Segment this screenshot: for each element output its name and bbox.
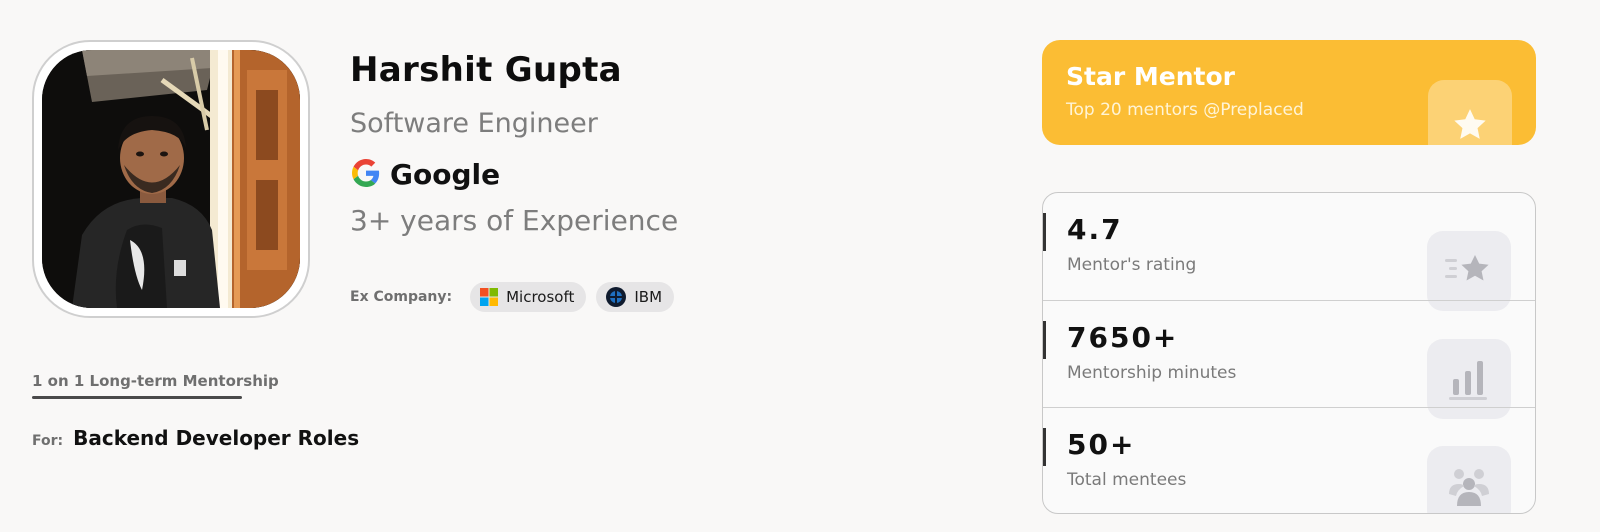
stat-minutes: 7650+ Mentorship minutes xyxy=(1043,300,1535,419)
mentor-role: Software Engineer xyxy=(350,108,598,139)
stat-rating: 4.7 Mentor's rating xyxy=(1043,193,1535,311)
company-name: Google xyxy=(390,158,501,191)
mentorship-type-tab[interactable]: 1 on 1 Long-term Mentorship xyxy=(32,372,279,390)
mentor-name: Harshit Gupta xyxy=(350,50,622,90)
ibm-logo-icon xyxy=(606,287,627,307)
ex-company-name: Microsoft xyxy=(506,288,575,306)
avatar-frame xyxy=(32,40,310,318)
current-company: Google xyxy=(352,158,500,191)
stat-label: Total mentees xyxy=(1067,470,1187,490)
stat-accent xyxy=(1043,428,1046,466)
stat-icon-box xyxy=(1427,231,1511,311)
target-role-label: For: xyxy=(32,433,64,449)
stat-value: 4.7 xyxy=(1067,213,1123,246)
mentorship-tab-underline xyxy=(32,396,242,399)
stat-icon-box xyxy=(1427,446,1511,513)
ex-company-name: IBM xyxy=(634,288,663,306)
badge-subtitle: Top 20 mentors @Preplaced xyxy=(1066,100,1304,120)
ex-company-chip-microsoft[interactable]: Microsoft xyxy=(470,282,587,312)
experience-text: 3+ years of Experience xyxy=(350,204,679,237)
star-badge xyxy=(1428,80,1512,145)
stat-accent xyxy=(1043,321,1046,359)
stat-value: 50+ xyxy=(1067,428,1136,461)
star-mentor-card: Star Mentor Top 20 mentors @Preplaced xyxy=(1042,40,1536,145)
target-role-row: For: Backend Developer Roles xyxy=(32,426,359,450)
stats-card: 4.7 Mentor's rating 7650+ Mentorship min… xyxy=(1042,192,1536,514)
stat-mentees: 50+ Total mentees xyxy=(1043,407,1535,513)
avatar xyxy=(42,50,300,308)
stat-label: Mentorship minutes xyxy=(1067,363,1237,383)
google-logo-icon xyxy=(352,158,380,191)
stat-accent xyxy=(1043,213,1046,251)
ex-company-label: Ex Company: xyxy=(350,289,453,305)
stat-label: Mentor's rating xyxy=(1067,255,1197,275)
ex-company-chip-ibm[interactable]: IBM xyxy=(596,282,675,312)
microsoft-logo-icon xyxy=(480,288,499,306)
target-role-value: Backend Developer Roles xyxy=(73,426,360,450)
stat-value: 7650+ xyxy=(1067,321,1179,354)
badge-title: Star Mentor xyxy=(1066,62,1235,91)
ex-company-row: Ex Company: Microsoft IBM xyxy=(350,282,675,312)
